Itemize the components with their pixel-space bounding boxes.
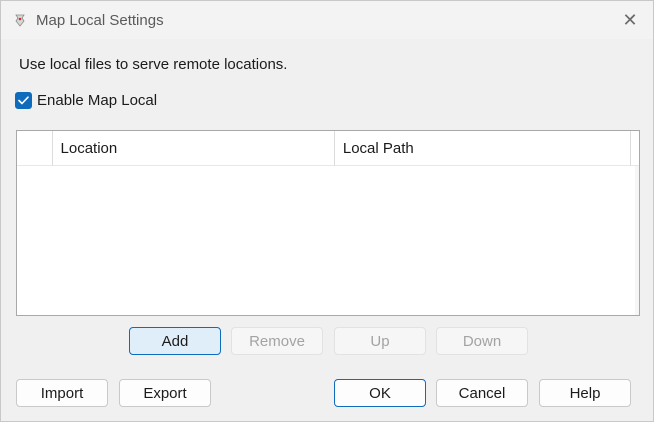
app-icon [15, 14, 25, 27]
title-bar: Map Local Settings ✕ [1, 1, 653, 39]
up-button[interactable]: Up [334, 327, 426, 355]
help-button[interactable]: Help [539, 379, 631, 407]
down-button[interactable]: Down [436, 327, 528, 355]
table-header: Location Local Path [17, 131, 639, 166]
export-button[interactable]: Export [119, 379, 211, 407]
column-header-index[interactable] [17, 131, 53, 166]
checkmark-icon [18, 95, 29, 104]
enable-map-local-checkbox[interactable] [15, 91, 32, 109]
close-icon[interactable]: ✕ [607, 1, 653, 39]
remove-button[interactable]: Remove [231, 327, 323, 355]
mappings-table[interactable]: Location Local Path [16, 130, 640, 316]
map-local-settings-dialog: Map Local Settings ✕ Use local files to … [0, 0, 654, 422]
window-title: Map Local Settings [36, 12, 164, 29]
enable-map-local-label[interactable]: Enable Map Local [37, 92, 157, 109]
column-header-local-path[interactable]: Local Path [335, 131, 631, 166]
ok-button[interactable]: OK [334, 379, 426, 407]
cancel-button[interactable]: Cancel [436, 379, 528, 407]
add-button[interactable]: Add [129, 327, 221, 355]
dialog-description: Use local files to serve remote location… [19, 56, 288, 73]
column-header-filler [631, 131, 639, 166]
import-button[interactable]: Import [16, 379, 108, 407]
column-header-location[interactable]: Location [53, 131, 335, 166]
table-scroll-edge [635, 166, 639, 315]
enable-map-local-row[interactable]: Enable Map Local [15, 90, 157, 110]
